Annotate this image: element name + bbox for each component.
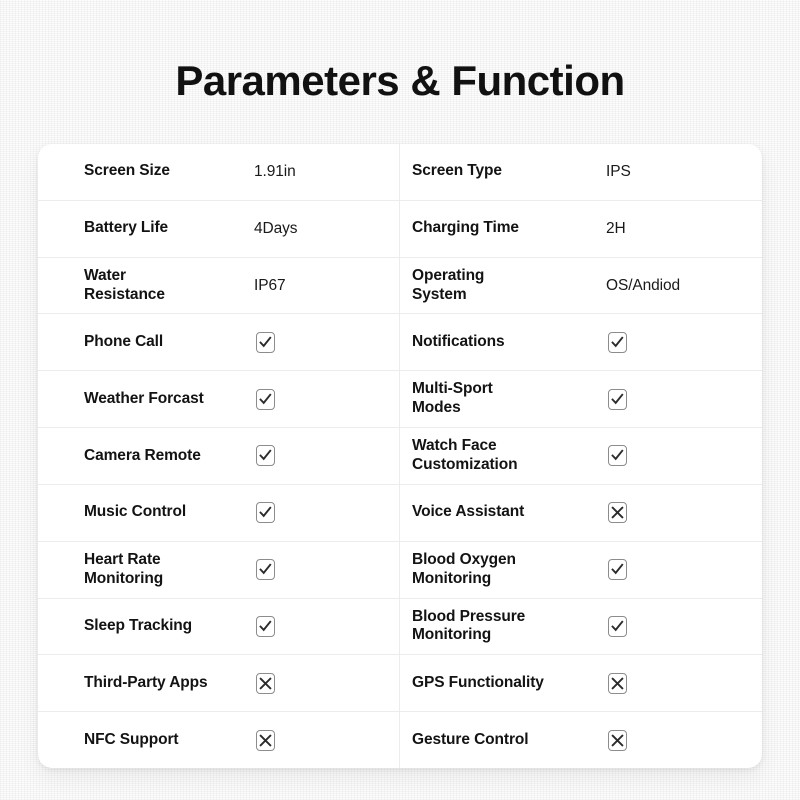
spec-cell-right: Notifications: [400, 314, 762, 370]
spec-cell-left: Weather Forcast: [38, 371, 400, 428]
spec-cell-right: Multi-Sport Modes: [400, 371, 762, 427]
checkmark-icon: [256, 615, 275, 637]
spec-label: Charging Time: [412, 219, 519, 237]
spec-value: 1.91in: [254, 163, 296, 181]
spec-cell-left: NFC Support: [38, 712, 400, 768]
page-root: Parameters & Function Screen Size 1.91in S…: [0, 0, 800, 800]
specs-card: Screen Size 1.91in Screen Type IPS Battery L…: [38, 144, 762, 768]
table-row: Third-Party Apps GPS Functionality: [38, 655, 762, 713]
spec-label: Multi-Sport Modes: [412, 380, 493, 417]
spec-cell-left: Water Resistance IP67: [38, 257, 400, 314]
table-row: Music Control Voice Assistant: [38, 484, 762, 542]
spec-label: Watch Face Customization: [412, 437, 518, 473]
spec-cell-right: GPS Functionality: [400, 655, 762, 711]
table-row: Water Resistance IP67 Operating System OS/A…: [38, 257, 762, 315]
cross-icon: [256, 672, 275, 694]
spec-label: Battery Life: [84, 219, 169, 237]
spec-label: Gesture Control: [412, 730, 529, 748]
checkmark-icon: [608, 388, 627, 410]
spec-cell-left: Camera Remote: [38, 428, 400, 484]
spec-cell-left: Heart Rate Monitoring: [38, 541, 400, 598]
table-row: Camera Remote Watch Face Customization: [38, 428, 762, 485]
table-row: Heart Rate Monitoring Blood Oxygen Monito…: [38, 541, 762, 599]
table-row: Phone Call Notifications: [38, 314, 762, 372]
table-row: Weather Forcast Multi-Sport Modes: [38, 371, 762, 429]
cross-icon: [608, 729, 627, 751]
spec-cell-left: Battery Life 4Days: [38, 200, 400, 257]
checkmark-icon: [256, 388, 275, 410]
spec-label: Weather Forcast: [84, 389, 204, 407]
spec-label: Voice Assistant: [412, 503, 525, 521]
spec-value: OS/Andiod: [606, 276, 681, 294]
spec-label: Heart Rate Monitoring: [84, 550, 164, 587]
spec-cell-right: Operating System OS/Andiod: [400, 258, 762, 314]
spec-cell-left: Music Control: [38, 484, 400, 541]
spec-cell-right: Gesture Control: [400, 712, 762, 768]
spec-label: Operating System: [412, 266, 485, 303]
spec-value: 2H: [606, 220, 626, 238]
spec-cell-left: Screen Size 1.91in: [38, 144, 400, 200]
spec-cell-right: Voice Assistant: [400, 485, 762, 541]
cross-icon: [608, 672, 627, 694]
spec-label: Camera Remote: [84, 446, 201, 464]
cross-icon: [608, 502, 627, 524]
table-row: Screen Size 1.91in Screen Type IPS: [38, 144, 762, 201]
spec-label: Phone Call: [84, 332, 164, 350]
spec-cell-right: Watch Face Customization: [400, 428, 762, 484]
spec-cell-right: Screen Type IPS: [400, 144, 762, 200]
spec-label: GPS Functionality: [412, 673, 544, 691]
page-title: Parameters & Function: [175, 57, 625, 104]
spec-label: Sleep Tracking: [84, 616, 193, 634]
spec-label: Blood Pressure Monitoring: [412, 607, 526, 644]
checkmark-icon: [608, 559, 627, 581]
checkmark-icon: [256, 559, 275, 581]
spec-label: Screen Size: [84, 162, 170, 180]
table-row: Sleep Tracking Blood Pressure Monitoring: [38, 598, 762, 656]
spec-value: IP67: [254, 276, 286, 294]
spec-cell-right: Blood Pressure Monitoring: [400, 599, 762, 655]
checkmark-icon: [608, 615, 627, 637]
spec-label: Blood Oxygen Monitoring: [412, 550, 516, 587]
checkmark-icon: [608, 445, 627, 467]
checkmark-icon: [256, 331, 275, 353]
table-row: NFC Support Gesture Control: [38, 712, 762, 768]
spec-cell-left: Phone Call: [38, 314, 400, 371]
spec-cell-right: Blood Oxygen Monitoring: [400, 542, 762, 598]
spec-cell-right: Charging Time 2H: [400, 201, 762, 257]
table-row: Battery Life 4Days Charging Time 2H: [38, 200, 762, 258]
spec-value: IPS: [606, 163, 631, 181]
spec-label: Third-Party Apps: [84, 673, 208, 691]
spec-cell-left: Sleep Tracking: [38, 598, 400, 655]
checkmark-icon: [256, 502, 275, 524]
checkmark-icon: [608, 331, 627, 353]
spec-label: NFC Support: [84, 730, 179, 748]
checkmark-icon: [256, 445, 275, 467]
spec-label: Screen Type: [412, 162, 502, 180]
spec-label: Music Control: [84, 503, 187, 521]
spec-value: 4Days: [254, 220, 298, 238]
spec-label: Water Resistance: [84, 266, 165, 303]
spec-cell-left: Third-Party Apps: [38, 655, 400, 712]
cross-icon: [256, 729, 275, 751]
spec-label: Notifications: [412, 332, 505, 350]
